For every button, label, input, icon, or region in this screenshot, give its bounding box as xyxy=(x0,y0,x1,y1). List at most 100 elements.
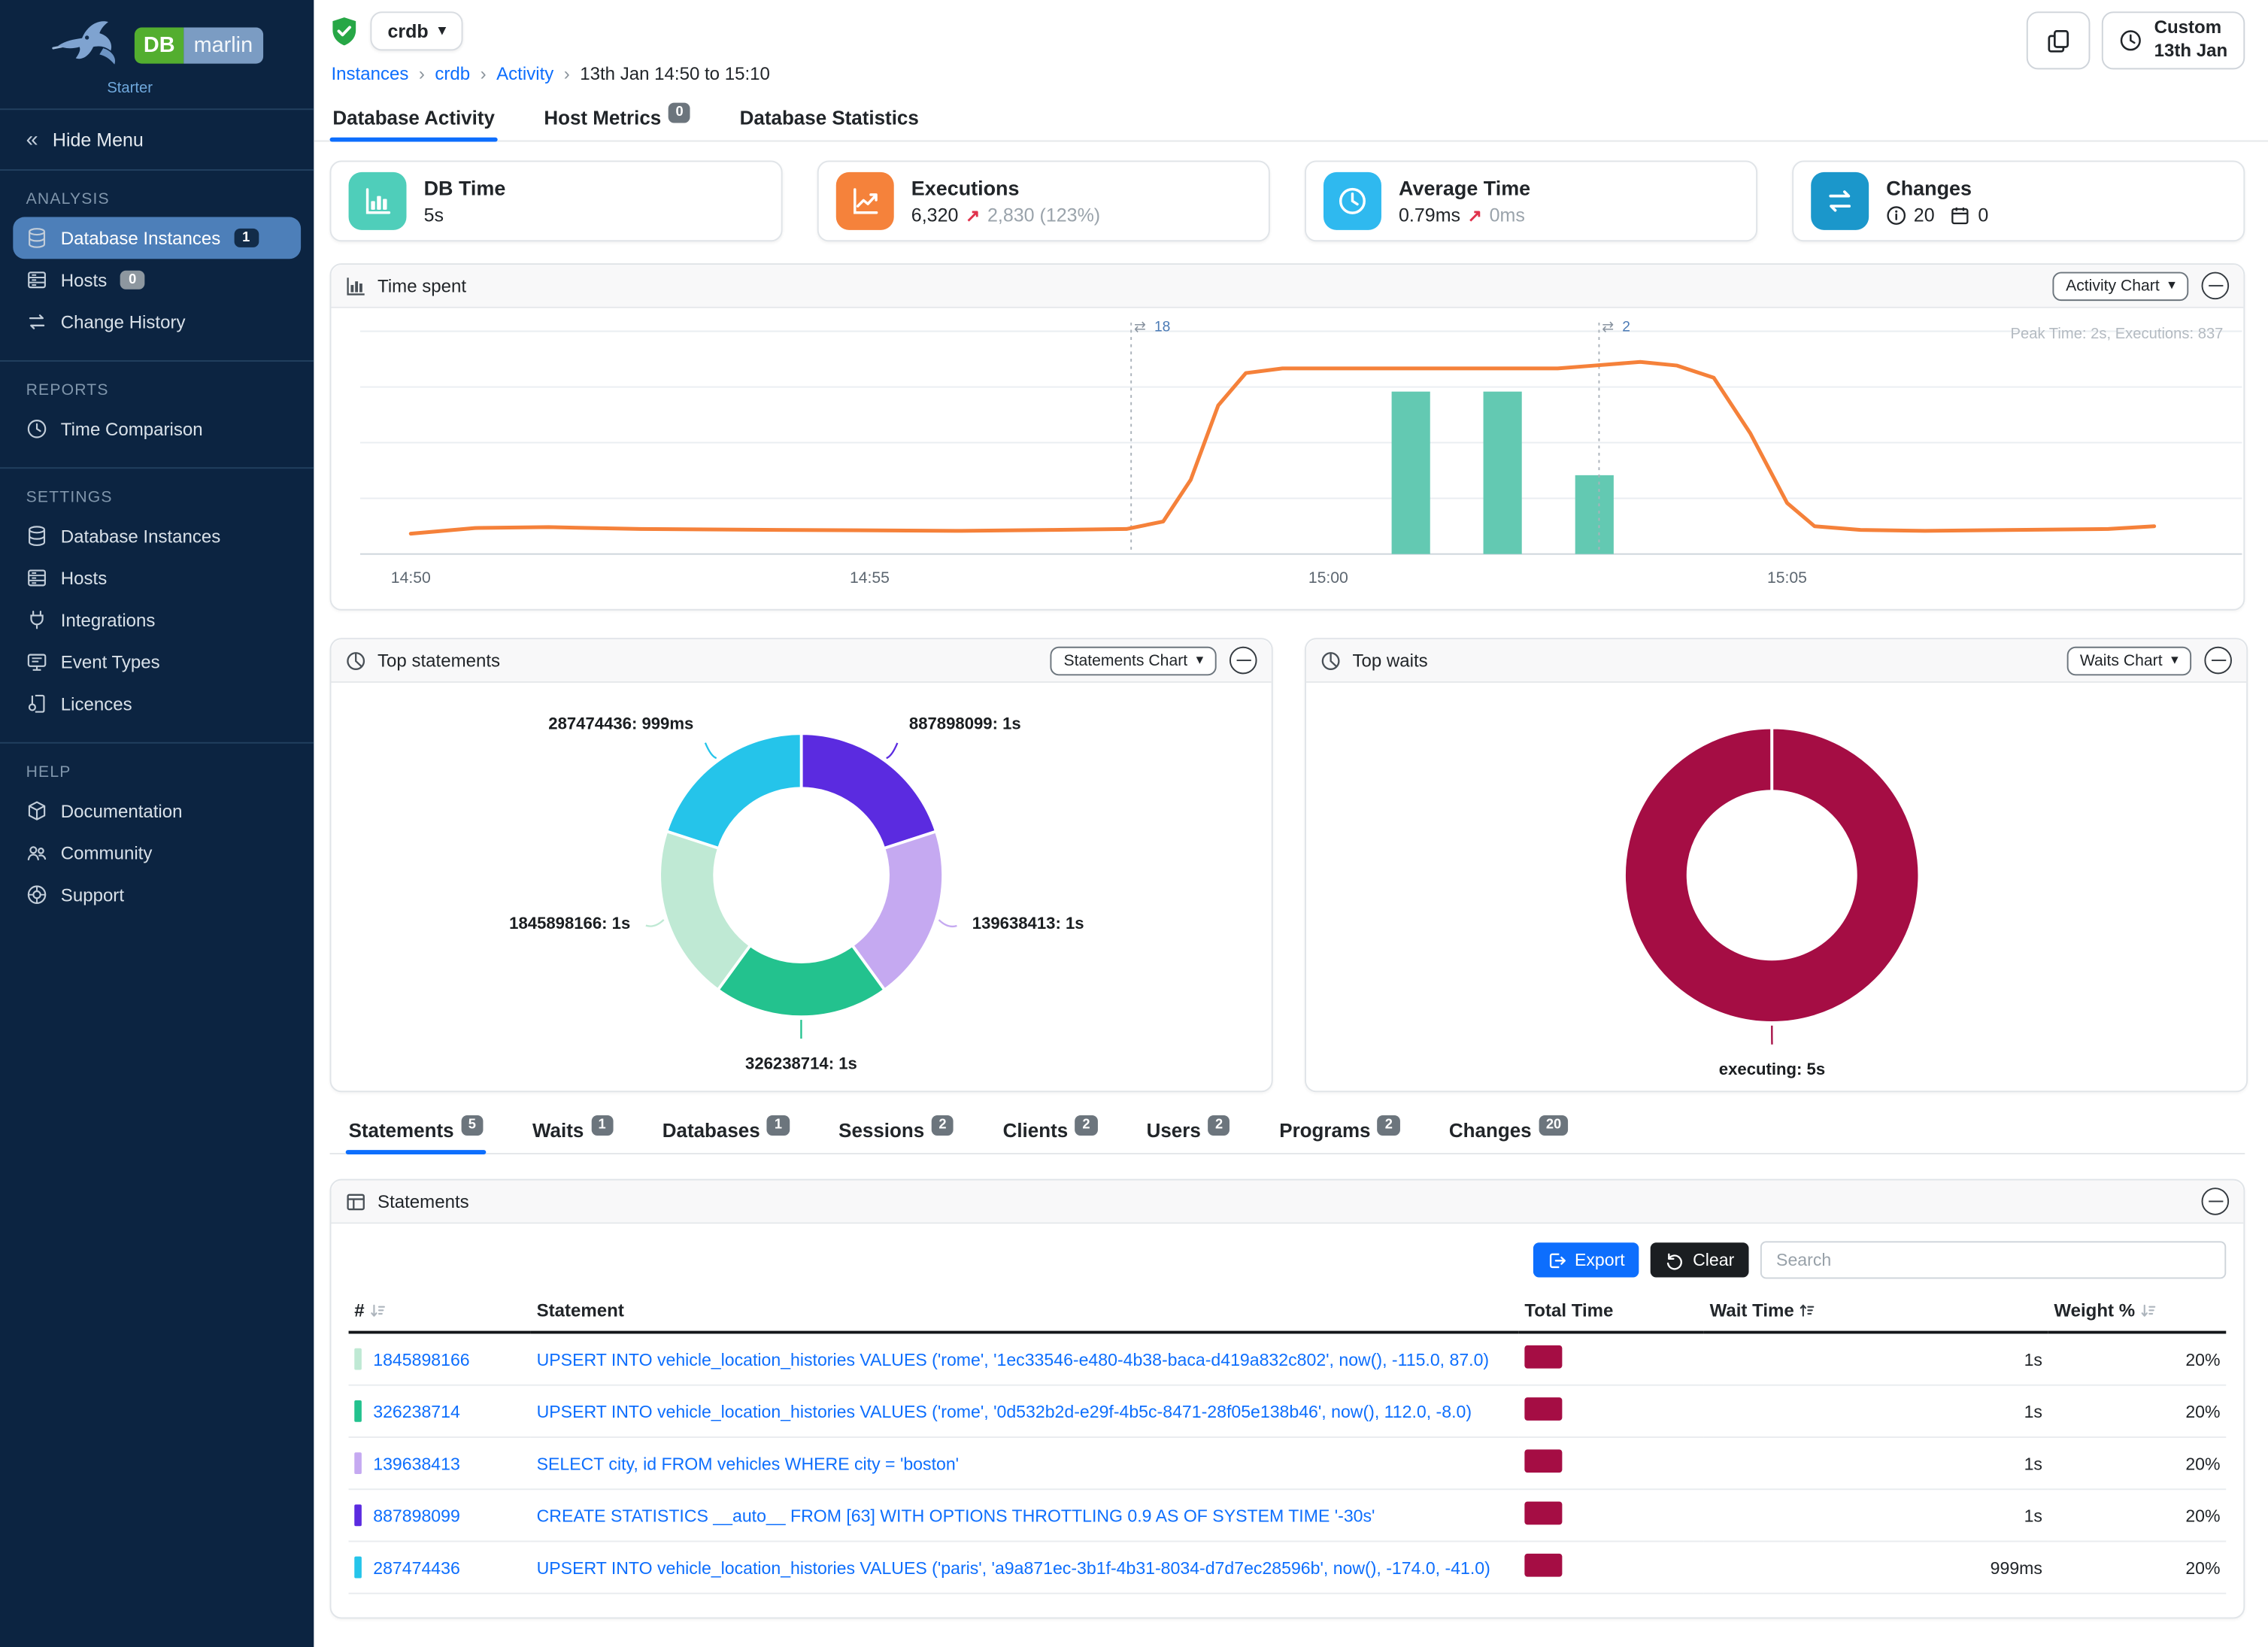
time-spent-chart[interactable]: Peak Time: 2s, Executions: 837 ⇄18⇄214:5… xyxy=(331,308,2243,609)
detail-tab-clients[interactable]: Clients2 xyxy=(1000,1111,1100,1153)
tab-database-statistics[interactable]: Database Statistics xyxy=(737,99,922,141)
tab-database-activity[interactable]: Database Activity xyxy=(330,99,498,141)
collapse-waits-panel-button[interactable] xyxy=(2204,647,2232,675)
top-waits-chart[interactable]: executing: 5s xyxy=(1306,683,2246,1090)
sort-icon[interactable] xyxy=(2139,1302,2157,1319)
statement-sql-link[interactable]: UPSERT INTO vehicle_location_histories V… xyxy=(537,1401,1492,1421)
sidebar-item-licences[interactable]: Licences xyxy=(0,683,314,725)
column-header-[interactable]: # xyxy=(349,1292,531,1333)
total-time-bar xyxy=(1524,1449,1562,1473)
collapse-table-panel-button[interactable] xyxy=(2202,1187,2230,1215)
table-row[interactable]: 326238714 UPSERT INTO vehicle_location_hi… xyxy=(349,1385,2227,1437)
sidebar-item-database-instances[interactable]: Database Instances xyxy=(0,515,314,557)
collapse-time-panel-button[interactable] xyxy=(2202,272,2230,300)
instance-selector-button[interactable]: crdb ▾ xyxy=(370,11,462,50)
tab-label: Programs xyxy=(1279,1120,1370,1142)
breadcrumb-instances[interactable]: Instances xyxy=(331,64,408,84)
time-range-label-1: Custom xyxy=(2154,18,2228,41)
statement-sql-link[interactable]: UPSERT INTO vehicle_location_histories V… xyxy=(537,1558,1492,1578)
detail-tab-changes[interactable]: Changes20 xyxy=(1446,1111,1572,1153)
statement-id-link[interactable]: 139638413 xyxy=(373,1454,460,1474)
detail-tab-statements[interactable]: Statements5 xyxy=(346,1111,487,1153)
statements-table-body: 1845898166 UPSERT INTO vehicle_location_h… xyxy=(349,1333,2227,1594)
db-time-line xyxy=(411,362,2154,533)
statement-id-link[interactable]: 287474436 xyxy=(373,1558,460,1579)
statements-chart-select[interactable]: Statements Chart▾ xyxy=(1051,646,1216,675)
sidebar-section-help: HELPDocumentationCommunitySupport xyxy=(0,764,314,916)
svg-text:⇄: ⇄ xyxy=(1602,319,1614,335)
donut-segment xyxy=(802,733,936,848)
sidebar-item-label: Support xyxy=(61,884,124,905)
change-icon xyxy=(26,311,48,333)
sidebar-item-database-instances[interactable]: Database Instances1 xyxy=(13,217,301,259)
column-header-wait-time[interactable]: Wait Time xyxy=(1704,1292,2048,1333)
sidebar-item-label: Database Instances xyxy=(61,228,221,248)
column-header-weight[interactable]: Weight % xyxy=(2048,1292,2227,1333)
statement-id-cell: 139638413 xyxy=(349,1437,531,1489)
table-row[interactable]: 1845898166 UPSERT INTO vehicle_location_h… xyxy=(349,1333,2227,1385)
activity-chart-select[interactable]: Activity Chart▾ xyxy=(2053,271,2188,300)
time-range-button[interactable]: Custom 13th Jan xyxy=(2102,11,2245,69)
trend-icon xyxy=(836,172,894,230)
statement-sql-link[interactable]: UPSERT INTO vehicle_location_histories V… xyxy=(537,1349,1492,1369)
sidebar-item-badge: 0 xyxy=(120,270,145,290)
sidebar-item-community[interactable]: Community xyxy=(0,832,314,874)
metric-card-body: Executions6,320↗2,830 (123%) xyxy=(911,177,1100,226)
statement-id-cell: 287474436 xyxy=(349,1541,531,1593)
sidebar-item-documentation[interactable]: Documentation xyxy=(0,790,314,832)
sidebar-item-integrations[interactable]: Integrations xyxy=(0,599,314,641)
sidebar-item-time-comparison[interactable]: Time Comparison xyxy=(0,408,314,450)
detail-tab-programs[interactable]: Programs 2 xyxy=(1276,1111,1402,1153)
table-row[interactable]: 287474436 UPSERT INTO vehicle_location_hi… xyxy=(349,1541,2227,1593)
sidebar-item-support[interactable]: Support xyxy=(0,874,314,916)
detail-tab-sessions[interactable]: Sessions2 xyxy=(835,1111,957,1153)
statement-id-link[interactable]: 1845898166 xyxy=(373,1350,469,1370)
collapse-statements-panel-button[interactable] xyxy=(1230,647,1257,675)
export-button[interactable]: Export xyxy=(1533,1242,1639,1277)
wait-time-cell: 1s xyxy=(1704,1437,2048,1489)
copy-link-button[interactable] xyxy=(2027,11,2091,69)
statement-id-link[interactable]: 326238714 xyxy=(373,1402,460,1422)
sidebar-item-hosts[interactable]: Hosts0 xyxy=(0,259,314,301)
statement-sql-link[interactable]: CREATE STATISTICS __auto__ FROM [63] WIT… xyxy=(537,1505,1492,1525)
statements-table-header: Statements xyxy=(331,1181,2243,1224)
tab-badge: 2 xyxy=(1378,1115,1399,1135)
sort-icon[interactable] xyxy=(1799,1302,1816,1319)
brand-edition: Starter xyxy=(107,80,302,97)
sidebar-item-change-history[interactable]: Change History xyxy=(0,301,314,343)
table-row[interactable]: 887898099 CREATE STATISTICS __auto__ FROM… xyxy=(349,1489,2227,1541)
statement-sql-link[interactable]: SELECT city, id FROM vehicles WHERE city… xyxy=(537,1453,1492,1473)
statement-color-bar xyxy=(354,1452,362,1474)
statement-id-cell: 887898099 xyxy=(349,1489,531,1541)
statement-id-link[interactable]: 887898099 xyxy=(373,1506,460,1526)
detail-tab-databases[interactable]: Databases1 xyxy=(659,1111,793,1153)
calendar-icon xyxy=(1951,205,1971,225)
metric-card-db-time: DB Time5s xyxy=(330,161,783,242)
metric-card-title: Average Time xyxy=(1399,177,1530,200)
main-content: crdb ▾ Instances›crdb›Activity›13th Jan … xyxy=(314,0,2268,1647)
sidebar-item-event-types[interactable]: Event Types xyxy=(0,641,314,683)
column-header-total-time[interactable]: Total Time xyxy=(1519,1292,1704,1333)
waits-chart-select[interactable]: Waits Chart▾ xyxy=(2067,646,2192,675)
search-input[interactable] xyxy=(1760,1241,2226,1278)
detail-tab-users[interactable]: Users2 xyxy=(1144,1111,1233,1153)
sidebar-divider xyxy=(0,467,314,469)
changes-info-count: 20 xyxy=(1914,204,1935,226)
breadcrumb-activity[interactable]: Activity xyxy=(496,64,553,84)
executions-bar xyxy=(1575,475,1614,554)
top-statements-chart[interactable]: 887898099: 1s139638413: 1s326238714: 1s1… xyxy=(331,683,1271,1090)
weight-cell: 20% xyxy=(2048,1333,2227,1385)
sort-icon[interactable] xyxy=(368,1302,386,1319)
column-header-statement[interactable]: Statement xyxy=(531,1292,1519,1333)
top-statements-panel: Top statements Statements Chart▾ 8878980… xyxy=(330,638,1273,1092)
time-spent-title: Time spent xyxy=(377,275,466,296)
breadcrumb-crdb[interactable]: crdb xyxy=(435,64,470,84)
hide-menu-button[interactable]: « Hide Menu xyxy=(0,110,314,171)
table-row[interactable]: 139638413 SELECT city, id FROM vehicles W… xyxy=(349,1437,2227,1489)
brand-db: DB xyxy=(135,28,183,64)
x-axis-tick: 15:05 xyxy=(1767,569,1807,587)
clear-button[interactable]: Clear xyxy=(1651,1242,1748,1277)
sidebar-item-hosts[interactable]: Hosts xyxy=(0,557,314,599)
tab-host-metrics[interactable]: Host Metrics0 xyxy=(541,99,694,141)
detail-tab-waits[interactable]: Waits1 xyxy=(529,1111,616,1153)
